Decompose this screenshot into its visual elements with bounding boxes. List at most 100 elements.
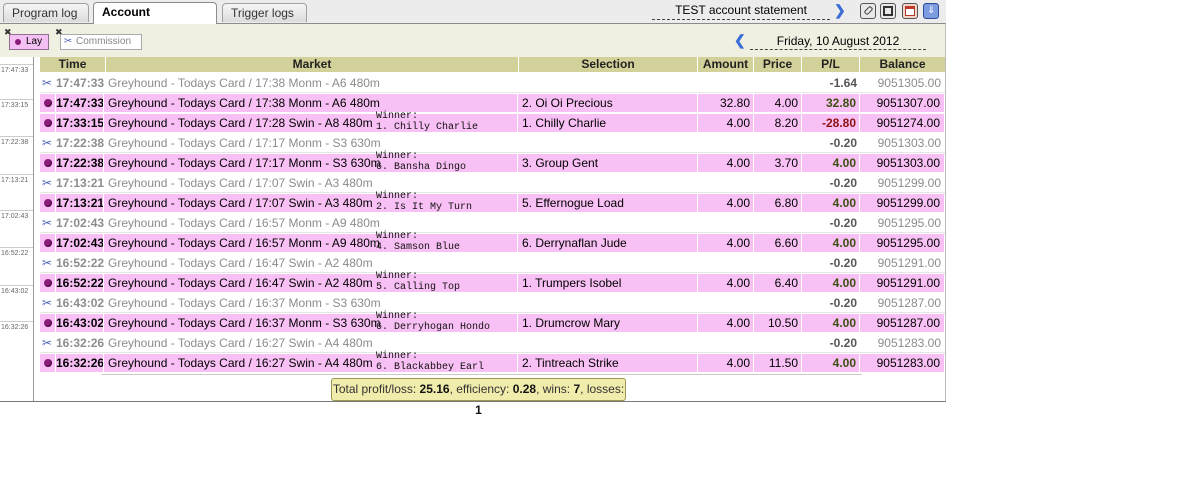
row-time: 17:47:33 — [56, 94, 104, 112]
bet-row[interactable]: 16:32:26 Greyhound - Todays Card / 16:27 … — [40, 351, 945, 373]
row-pl: 4.00 — [802, 314, 860, 332]
download-icon[interactable]: ⇓ — [923, 3, 939, 19]
row-pl: 4.00 — [802, 194, 860, 212]
horizontal-scroll-track[interactable] — [102, 374, 862, 375]
bet-row[interactable]: 17:02:43 Greyhound - Todays Card / 16:57 … — [40, 231, 945, 253]
row-selection — [518, 74, 698, 92]
commission-row[interactable]: ✂ 16:32:26 Greyhound - Todays Card / 16:27… — [40, 334, 945, 353]
row-selection: 2. Tintreach Strike — [518, 354, 698, 372]
bet-row[interactable]: 16:52:22 Greyhound - Todays Card / 16:47 … — [40, 271, 945, 293]
row-selection — [518, 294, 698, 312]
column-header-price[interactable]: Price — [754, 57, 802, 72]
row-amount: 32.80 — [698, 94, 754, 112]
row-selection: 5. Effernogue Load — [518, 194, 698, 212]
lay-dot-icon — [44, 99, 52, 107]
lay-filter-chip[interactable]: Lay — [9, 34, 49, 50]
lay-dot-icon — [44, 239, 52, 247]
row-time: 17:02:43 — [56, 216, 104, 230]
row-pl: -0.20 — [829, 216, 857, 230]
row-type-cell — [40, 94, 56, 112]
row-selection — [518, 334, 698, 352]
panel-bottom-border — [0, 401, 946, 402]
summary-efficiency-label: efficiency: — [456, 382, 510, 396]
row-selection — [518, 134, 698, 152]
commission-row[interactable]: ✂ 16:52:22 Greyhound - Todays Card / 16:47… — [40, 254, 945, 273]
row-pl: -1.64 — [829, 76, 857, 90]
tab-account-statement[interactable]: Account statement — [93, 2, 217, 38]
row-time: 17:33:15 — [56, 114, 104, 132]
row-price: 10.50 — [754, 314, 802, 332]
row-type-cell — [40, 194, 56, 212]
commission-filter-chip[interactable]: ✂ Commission — [60, 34, 142, 50]
account-title[interactable]: TEST account statement — [652, 2, 830, 20]
row-amount — [698, 74, 754, 92]
summary-profit-value: 25.16 — [419, 382, 450, 396]
row-time: 17:22:38 — [56, 136, 104, 150]
row-price: 4.00 — [754, 94, 802, 112]
row-time: 17:13:21 — [56, 176, 104, 190]
row-balance: 9051305.00 — [877, 76, 941, 90]
row-type-cell — [40, 154, 56, 172]
row-balance: 9051283.00 — [877, 336, 941, 350]
bet-row[interactable]: 17:13:21 Greyhound - Todays Card / 17:07 … — [40, 191, 945, 213]
commission-row[interactable]: ✂ 17:22:38 Greyhound - Todays Card / 17:17… — [40, 134, 945, 153]
column-header-time[interactable]: Time — [40, 57, 106, 72]
scissors-icon: ✂ — [42, 76, 53, 90]
row-pl: 32.80 — [802, 94, 860, 112]
bet-row[interactable]: 17:22:38 Greyhound - Todays Card / 17:17 … — [40, 151, 945, 173]
row-pl: -28.80 — [802, 114, 860, 132]
column-header-pl[interactable]: P/L — [802, 57, 860, 72]
row-time: 16:52:22 — [56, 274, 104, 292]
row-price — [754, 74, 802, 92]
row-amount — [698, 134, 754, 152]
date-selector[interactable]: Friday, 10 August 2012 — [750, 34, 926, 50]
edit-icon[interactable] — [860, 3, 876, 19]
tab-program-log[interactable]: Program log — [3, 3, 89, 22]
row-balance: 9051307.00 — [860, 94, 945, 112]
winner-annotation: Winner: 6. Blackabbey Earl — [376, 351, 485, 373]
commission-row[interactable]: ✂ 17:02:43 Greyhound - Todays Card / 16:57… — [40, 214, 945, 233]
row-price — [754, 334, 802, 352]
bet-row[interactable]: 17:33:15 Greyhound - Todays Card / 17:28 … — [40, 111, 945, 133]
tab-trigger-logs[interactable]: Trigger logs — [222, 3, 307, 22]
row-balance: 9051283.00 — [860, 354, 945, 372]
commission-row[interactable]: ✂ 17:13:21 Greyhound - Todays Card / 17:07… — [40, 174, 945, 193]
row-price: 6.40 — [754, 274, 802, 292]
bet-row[interactable]: 17:47:33 Greyhound - Todays Card / 17:38 … — [40, 94, 945, 112]
row-amount: 4.00 — [698, 314, 754, 332]
row-market: Greyhound - Todays Card / 16:57 Monm - A… — [108, 216, 380, 230]
column-header-balance[interactable]: Balance — [860, 57, 945, 72]
row-price — [754, 174, 802, 192]
column-header-market[interactable]: Market — [106, 57, 519, 72]
row-time: 17:13:21 — [56, 194, 104, 212]
row-balance: 9051291.00 — [877, 256, 941, 270]
save-icon[interactable] — [880, 3, 896, 19]
row-time: 16:43:02 — [56, 296, 104, 310]
row-market: Greyhound - Todays Card / 17:17 Monm - S… — [108, 136, 381, 150]
calendar-icon[interactable] — [902, 3, 918, 19]
row-type-cell: ✂ — [40, 254, 56, 272]
row-selection: 1. Drumcrow Mary — [518, 314, 698, 332]
bet-row[interactable]: 16:43:02 Greyhound - Todays Card / 16:37 … — [40, 311, 945, 333]
row-pl: 4.00 — [802, 234, 860, 252]
summary-separator: , — [580, 382, 587, 396]
gutter-time: 16:52:22 — [0, 247, 33, 259]
next-account-arrow-icon[interactable]: ❯ — [834, 3, 846, 17]
row-amount: 4.00 — [698, 354, 754, 372]
row-time: 16:52:22 — [56, 256, 104, 270]
column-header-amount[interactable]: Amount — [698, 57, 754, 72]
row-type-cell — [40, 234, 56, 252]
row-type-cell — [40, 274, 56, 292]
summary-wins-label: wins: — [542, 382, 571, 396]
panel-edge — [945, 24, 946, 402]
row-balance: 9051303.00 — [860, 154, 945, 172]
row-balance: 9051274.00 — [860, 114, 945, 132]
scissors-icon: ✂ — [42, 136, 53, 150]
previous-date-arrow-icon[interactable]: ❮ — [734, 33, 746, 47]
column-header-selection[interactable]: Selection — [519, 57, 698, 72]
row-market: Greyhound - Todays Card / 17:38 Monm - A… — [104, 94, 518, 112]
commission-row[interactable]: ✂ 17:47:33 Greyhound - Todays Card / 17:38… — [40, 74, 945, 93]
commission-row[interactable]: ✂ 16:43:02 Greyhound - Todays Card / 16:37… — [40, 294, 945, 313]
row-price — [754, 134, 802, 152]
row-pl: 4.00 — [802, 274, 860, 292]
